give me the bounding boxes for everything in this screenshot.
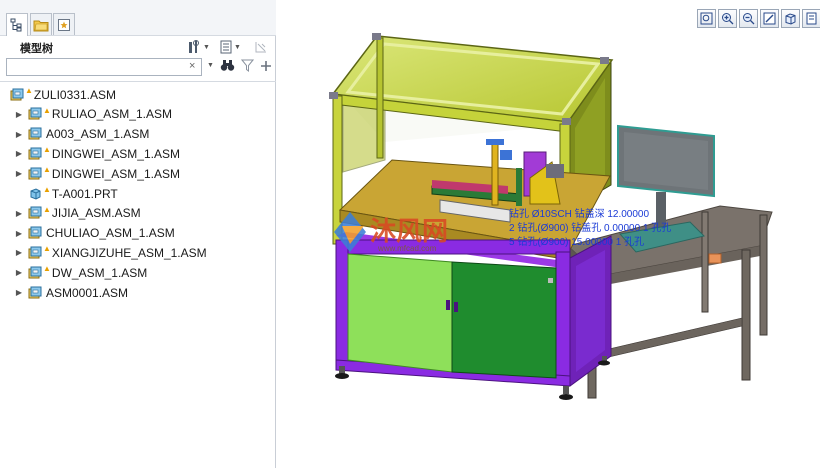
modified-flag-icon: ▲ <box>43 165 51 175</box>
annotation-text: 2 钻孔(Ø900) 钻盖孔 0.00000 1 孔孔 <box>509 221 671 234</box>
tree-item-label: DINGWEI_ASM_1.ASM <box>51 146 180 161</box>
chevron-down-icon: ▼ <box>203 43 210 51</box>
tree-item[interactable]: ▲ ZULI0331.ASM <box>10 85 116 104</box>
tree-item-label: JIJIA_ASM.ASM <box>51 206 141 221</box>
repaint-button[interactable] <box>760 9 779 28</box>
assembly-icon <box>28 147 42 160</box>
repaint-icon <box>763 12 776 25</box>
tree-item-label: A003_ASM_1.ASM <box>46 127 150 142</box>
assembly-icon <box>28 167 42 180</box>
tree-item[interactable]: ▶ ▲ RULIAO_ASM_1.ASM <box>14 105 172 124</box>
model-tree-icon <box>10 18 22 32</box>
expand-arrow-icon[interactable]: ▶ <box>14 169 24 178</box>
search-actions: ▼ <box>205 59 272 72</box>
tree-item-label: XIANGJIZUHE_ASM_1.ASM <box>51 245 207 260</box>
expand-arrow-icon[interactable]: ▶ <box>14 229 24 238</box>
watermark-text: 沐风网 <box>370 217 448 247</box>
chevron-down-icon: ▼ <box>234 43 241 51</box>
refit-button[interactable] <box>697 9 716 28</box>
graphics-toolbar <box>697 9 820 29</box>
zoom-out-button[interactable] <box>739 9 758 28</box>
modified-flag-icon: ▲ <box>25 86 33 95</box>
assembly-icon <box>28 127 42 140</box>
clear-icon[interactable]: × <box>189 60 195 72</box>
tree-item-label: ZULI0331.ASM <box>33 87 116 102</box>
annotation-text: 钻孔 Ø10SCH 钻盖深 12.00000 <box>509 207 649 220</box>
modified-flag-icon: ▲ <box>43 145 51 155</box>
modified-flag-icon: ▲ <box>43 244 51 254</box>
expand-arrow-icon[interactable]: ▶ <box>14 268 24 277</box>
tree-item[interactable]: ▶ ASM0001.ASM <box>14 283 128 302</box>
zoom-in-button[interactable] <box>718 9 737 28</box>
modified-flag-icon: ▲ <box>43 105 51 115</box>
tab-folder-browser[interactable] <box>30 13 52 35</box>
tree-item[interactable]: ▶ ▲ DINGWEI_ASM_1.ASM <box>14 164 180 183</box>
tree-item[interactable]: ▶ ▲ JIJIA_ASM.ASM <box>14 204 141 223</box>
show-menu-button[interactable]: ▼ <box>220 39 241 55</box>
tab-model-tree[interactable] <box>6 13 28 36</box>
expand-arrow-icon[interactable]: ▶ <box>14 149 24 158</box>
tree-item[interactable]: ▶ ▲ DINGWEI_ASM_1.ASM <box>14 144 180 163</box>
zoom-in-icon <box>722 13 734 25</box>
assembly-icon <box>28 266 42 279</box>
filter-icon[interactable] <box>240 59 254 72</box>
assembly-icon <box>28 226 42 239</box>
assembly-model-render[interactable]: 沐风网 www.mfcad.com 钻孔 Ø10SCH 钻盖深 12.00000… <box>277 0 820 468</box>
tree-item-label: CHULIAO_ASM_1.ASM <box>46 226 175 241</box>
expand-arrow-icon[interactable]: ▶ <box>14 110 24 119</box>
expand-arrow-icon[interactable]: ▶ <box>14 288 24 297</box>
zoom-fit-icon <box>700 12 713 25</box>
tree-item-label: ASM0001.ASM <box>46 285 129 300</box>
tree-item[interactable]: ▶ CHULIAO_ASM_1.ASM <box>14 224 175 243</box>
tree-item-label: RULIAO_ASM_1.ASM <box>51 107 172 122</box>
assembly-icon <box>28 246 42 259</box>
view-orientation-icon <box>785 13 796 25</box>
folder-icon <box>33 20 49 31</box>
model-tree-panel: 模型树 ▼ ▼ × ▼ ▲ ZULI0331.ASM ▶ ▲ RULIAO_AS… <box>0 0 276 468</box>
tree-item[interactable]: ▲ T-A001.PRT <box>14 184 118 203</box>
settings-tools-icon <box>189 40 199 53</box>
divider <box>0 81 276 82</box>
tree-columns-icon <box>255 42 266 53</box>
chevron-down-icon[interactable]: ▼ <box>207 62 214 69</box>
assembly-icon <box>10 88 24 100</box>
graphics-viewport[interactable]: 沐风网 www.mfcad.com 钻孔 Ø10SCH 钻盖深 12.00000… <box>277 0 820 468</box>
expand-arrow-icon[interactable]: ▶ <box>14 209 24 218</box>
assembly-icon <box>28 107 42 120</box>
tree-item[interactable]: ▶ A003_ASM_1.ASM <box>14 125 149 144</box>
list-view-icon <box>220 40 232 54</box>
expand-arrow-icon[interactable]: ▶ <box>14 248 24 257</box>
tree-search-bar: × ▼ <box>6 58 274 76</box>
settings-menu-button[interactable]: ▼ <box>188 39 210 55</box>
expand-arrow-icon[interactable]: ▶ <box>14 130 24 139</box>
model-tree-header: 模型树 ▼ ▼ <box>0 36 276 58</box>
tab-favorites[interactable] <box>53 13 75 35</box>
view-manager-icon <box>806 12 817 25</box>
watermark-url: www.mfcad.com <box>377 244 437 253</box>
navigator-tabs <box>0 0 276 36</box>
assembly-icon <box>28 286 42 298</box>
tree-columns-button[interactable] <box>254 39 268 55</box>
tree-item-label: T-A001.PRT <box>51 186 118 201</box>
modified-flag-icon: ▲ <box>43 264 51 274</box>
watermark: 沐风网 www.mfcad.com <box>334 212 448 253</box>
tree-search-input[interactable] <box>6 58 202 76</box>
modified-flag-icon: ▲ <box>43 185 51 194</box>
add-icon[interactable] <box>260 60 272 72</box>
saved-orientations-button[interactable] <box>781 9 800 28</box>
tree-item[interactable]: ▶ ▲ XIANGJIZUHE_ASM_1.ASM <box>14 243 207 262</box>
assembly-icon <box>28 206 42 219</box>
binoculars-icon[interactable] <box>220 59 235 72</box>
favorites-icon <box>58 18 70 31</box>
tree-item-label: DINGWEI_ASM_1.ASM <box>51 166 180 181</box>
part-icon <box>30 187 41 200</box>
zoom-out-icon <box>743 13 755 25</box>
modified-flag-icon: ▲ <box>43 204 51 214</box>
annotation-text: 5 钻孔(Ø900) 15.00000 1 孔孔 <box>509 235 644 248</box>
tree-item[interactable]: ▶ ▲ DW_ASM_1.ASM <box>14 263 147 282</box>
tree-item-label: DW_ASM_1.ASM <box>51 265 148 280</box>
panel-title: 模型树 <box>20 43 53 55</box>
view-manager-button[interactable] <box>802 9 820 28</box>
